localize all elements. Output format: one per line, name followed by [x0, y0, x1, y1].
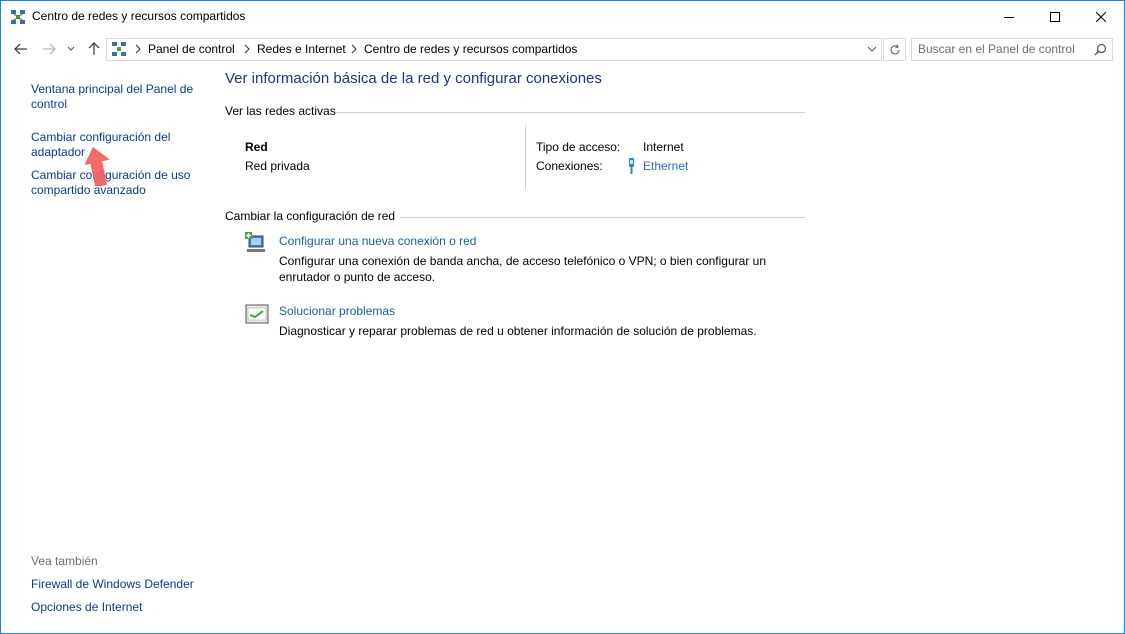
arrow-left-icon: [14, 43, 27, 55]
section-divider: [400, 217, 805, 218]
pointer-arrow-icon: [85, 146, 110, 186]
breadcrumb-network-internet[interactable]: Redes e Internet: [257, 42, 346, 56]
search-icon[interactable]: [1094, 43, 1107, 56]
network-type[interactable]: Red privada: [245, 159, 310, 173]
minimize-icon: [1004, 16, 1014, 18]
breadcrumb-network-center[interactable]: Centro de redes y recursos compartidos: [364, 42, 577, 56]
see-also-label: Vea también: [31, 554, 98, 568]
ethernet-connection-link[interactable]: Ethernet: [643, 159, 688, 173]
close-icon: [1096, 11, 1106, 22]
close-button[interactable]: [1078, 1, 1124, 32]
forward-button[interactable]: [39, 39, 59, 59]
chevron-right-icon: [135, 44, 141, 54]
maximize-icon: [1050, 11, 1060, 22]
search-input[interactable]: [918, 41, 1086, 57]
chevron-down-icon: [67, 46, 75, 51]
page-title: Ver información básica de la red y confi…: [225, 70, 602, 87]
back-button[interactable]: [11, 39, 31, 59]
address-bar[interactable]: Panel de control Redes e Internet Centro…: [106, 38, 882, 61]
title-bar[interactable]: Centro de redes y recursos compartidos: [1, 1, 1124, 32]
control-panel-icon: [112, 42, 126, 56]
chevron-down-icon[interactable]: [866, 43, 878, 55]
recent-locations-button[interactable]: [64, 39, 78, 59]
up-button[interactable]: [84, 39, 104, 59]
arrow-right-icon: [43, 43, 56, 55]
minimize-button[interactable]: [986, 1, 1032, 32]
vertical-divider: [525, 125, 526, 189]
network-name: Red: [245, 140, 268, 154]
window-title: Centro de redes y recursos compartidos: [32, 9, 246, 23]
maximize-button[interactable]: [1032, 1, 1078, 32]
section-divider: [335, 112, 805, 113]
sidebar-link-advanced-sharing[interactable]: Cambiar configuración de uso compartido …: [31, 168, 201, 198]
refresh-button[interactable]: [883, 38, 906, 61]
task-desc-troubleshoot: Diagnosticar y reparar problemas de red …: [279, 324, 757, 338]
search-box[interactable]: [911, 38, 1113, 61]
ethernet-icon: [629, 158, 634, 174]
access-type-label: Tipo de acceso:: [536, 140, 621, 154]
refresh-icon: [890, 43, 899, 54]
sidebar-link-firewall[interactable]: Firewall de Windows Defender: [31, 577, 206, 592]
chevron-right-icon: [351, 44, 357, 54]
sidebar-link-control-panel-home[interactable]: Ventana principal del Panel de control: [31, 82, 201, 112]
breadcrumb-control-panel[interactable]: Panel de control: [148, 42, 235, 56]
access-type-value: Internet: [643, 140, 684, 154]
task-desc-new-connection: Configurar una conexión de banda ancha, …: [279, 254, 766, 284]
task-link-new-connection[interactable]: Configurar una nueva conexión o red: [279, 234, 476, 248]
connections-label: Conexiones:: [536, 159, 603, 173]
sidebar-link-internet-options[interactable]: Opciones de Internet: [31, 600, 206, 615]
new-connection-icon: [245, 232, 265, 252]
task-link-troubleshoot[interactable]: Solucionar problemas: [279, 304, 395, 318]
arrow-up-icon: [88, 42, 100, 55]
active-networks-heading: Ver las redes activas: [225, 104, 336, 118]
chevron-right-icon: [244, 44, 250, 54]
network-center-icon: [11, 10, 25, 24]
change-settings-heading: Cambiar la configuración de red: [225, 209, 396, 223]
window: Centro de redes y recursos compartidos P…: [0, 0, 1125, 634]
troubleshoot-icon: [245, 304, 269, 324]
